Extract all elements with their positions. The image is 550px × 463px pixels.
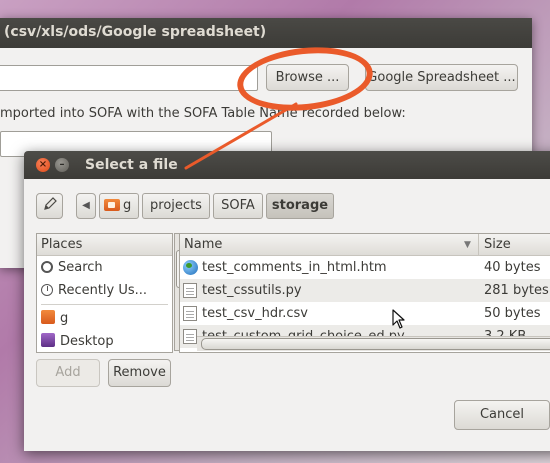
size-column-header[interactable]: Size [484, 234, 511, 256]
search-icon [41, 261, 53, 273]
breadcrumb-home-g[interactable]: g [99, 193, 139, 219]
sort-descending-icon: ▼ [464, 240, 471, 250]
file-name: test_comments_in_html.htm [202, 260, 387, 275]
place-item-search[interactable]: Search [37, 256, 172, 279]
file-size: 281 bytes [484, 283, 549, 298]
chooser-titlebar: × – Select a file [24, 151, 550, 179]
close-icon[interactable]: × [36, 158, 50, 172]
file-path-input[interactable] [0, 65, 258, 91]
file-size: 40 bytes [484, 260, 541, 275]
column-divider[interactable] [478, 234, 479, 256]
file-size: 50 bytes [484, 306, 541, 321]
places-separator [41, 304, 168, 305]
mouse-pointer-icon [392, 309, 405, 329]
file-name: test_csv_hdr.csv [202, 306, 308, 321]
select-file-dialog: × – Select a file ◀ g projects SOFA stor… [24, 151, 550, 451]
breadcrumb-sofa[interactable]: SOFA [213, 193, 263, 219]
home-folder-icon [41, 310, 55, 324]
place-label: Search [58, 260, 103, 275]
file-row[interactable]: test_comments_in_html.htm 40 bytes [180, 256, 550, 279]
text-file-icon [183, 329, 197, 344]
text-file-icon [183, 306, 197, 321]
file-name: test_cssutils.py [202, 283, 302, 298]
breadcrumb-storage[interactable]: storage [266, 193, 334, 219]
breadcrumb-back-arrow[interactable]: ◀ [76, 193, 96, 219]
type-location-button[interactable] [36, 193, 63, 219]
file-list: Name ▼ Size test_comments_in_html.htm 40… [179, 233, 550, 353]
web-page-icon [183, 260, 198, 275]
file-row[interactable]: test_csv_hdr.csv 50 bytes [180, 302, 550, 325]
file-list-header: Name ▼ Size [180, 234, 550, 256]
name-column-header[interactable]: Name [184, 234, 222, 256]
recent-icon [41, 284, 53, 296]
breadcrumb-label: g [123, 198, 132, 213]
home-folder-icon [104, 199, 120, 211]
cancel-button[interactable]: Cancel [454, 400, 550, 430]
dialog-title: Select a file [85, 157, 178, 173]
file-row[interactable]: test_cssutils.py 281 bytes [180, 279, 550, 302]
table-name-info-text: mported into SOFA with the SOFA Table Na… [0, 106, 406, 121]
place-label: g [60, 311, 69, 326]
places-header[interactable]: Places [37, 234, 172, 256]
file-list-hscrollbar[interactable] [197, 336, 550, 351]
place-label: Desktop [60, 334, 114, 349]
breadcrumb-projects[interactable]: projects [142, 193, 210, 219]
place-label: Recently Us... [58, 283, 148, 298]
place-item-home[interactable]: g [37, 307, 172, 330]
pencil-icon [43, 197, 57, 210]
add-bookmark-button[interactable]: Add [36, 359, 100, 387]
import-dialog-title: (csv/xls/ods/Google spreadsheet) [0, 18, 532, 48]
hscroll-thumb[interactable] [201, 338, 550, 350]
desktop-icon [41, 333, 55, 347]
places-panel: Places Search Recently Us... g Desktop [36, 233, 173, 353]
text-file-icon [183, 283, 197, 298]
minimize-icon[interactable]: – [55, 158, 69, 172]
place-item-recent[interactable]: Recently Us... [37, 279, 172, 302]
google-spreadsheet-button[interactable]: Google Spreadsheet ... [365, 64, 518, 91]
remove-bookmark-button[interactable]: Remove [108, 359, 171, 387]
place-item-desktop[interactable]: Desktop [37, 330, 172, 352]
